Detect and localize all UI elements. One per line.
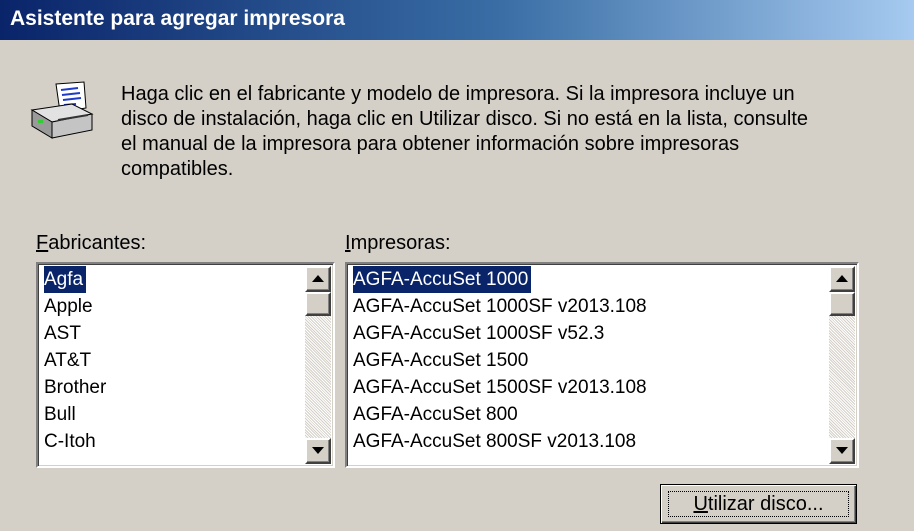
printers-scrollbar[interactable] [829,266,855,464]
scroll-thumb[interactable] [305,292,331,316]
printer-item[interactable]: AGFA-AccuSet 1000SF v2013.108 [350,293,827,320]
instructions-line: disco de instalación, haga clic en Utili… [121,108,809,130]
printer-item[interactable]: AGFA-AccuSet 1000SF v52.3 [350,320,827,347]
arrow-up-icon [836,275,848,282]
manufacturers-listbox[interactable]: Agfa Apple AST AT&T Brother Bull C-Itoh [36,262,335,468]
instructions-line: Haga clic en el fabricante y modelo de i… [121,83,795,105]
printer-item[interactable]: AGFA-AccuSet 800 [350,401,827,428]
scroll-up-button[interactable] [305,266,331,292]
manufacturers-label-mnemonic: F [36,232,49,254]
manufacturers-scrollbar[interactable] [305,266,331,464]
printer-item[interactable]: AGFA-AccuSet 1500SF v2013.108 [350,374,827,401]
manufacturer-item[interactable]: AST [41,320,303,347]
instructions-line: el manual de la impresora para obtener i… [121,133,740,155]
printers-listbox[interactable]: AGFA-AccuSet 1000 AGFA-AccuSet 1000SF v2… [345,262,859,468]
printers-label-text: mpresoras: [350,232,451,254]
manufacturer-item[interactable]: Apple [41,293,303,320]
have-disk-label: Utilizar disco... [661,493,856,516]
have-disk-label-text: tilizar disco... [707,493,824,515]
manufacturers-label-text: abricantes: [48,232,147,254]
arrow-down-icon [836,447,848,454]
scroll-up-button[interactable] [829,266,855,292]
manufacturer-item[interactable]: Brother [41,374,303,401]
title-bar[interactable]: Asistente para agregar impresora [0,0,914,40]
printer-icon [30,81,94,139]
arrow-up-icon [312,275,324,282]
add-printer-wizard-window: Asistente para agregar impresora Haga cl… [0,0,914,531]
printer-item[interactable]: AGFA-AccuSet 800SF v2013.108 [350,428,827,455]
arrow-down-icon [312,447,324,454]
instructions-text: Haga clic en el fabricante y modelo de i… [121,82,881,182]
window-title: Asistente para agregar impresora [10,7,345,30]
scroll-thumb[interactable] [829,292,855,316]
manufacturers-label: Fabricantes: [36,232,146,255]
printer-item-selected[interactable]: AGFA-AccuSet 1000 [350,266,827,293]
printer-item[interactable]: AGFA-AccuSet 1500 [350,347,827,374]
scroll-down-button[interactable] [829,438,855,464]
scroll-down-button[interactable] [305,438,331,464]
printers-label: Impresoras: [345,232,451,255]
manufacturer-item[interactable]: C-Itoh [41,428,303,455]
instructions-line: compatibles. [121,158,234,180]
manufacturer-item-selected[interactable]: Agfa [41,266,303,293]
manufacturer-item[interactable]: AT&T [41,347,303,374]
manufacturer-item[interactable]: Bull [41,401,303,428]
have-disk-mnemonic: U [693,493,708,515]
have-disk-button[interactable]: Utilizar disco... [660,484,857,524]
